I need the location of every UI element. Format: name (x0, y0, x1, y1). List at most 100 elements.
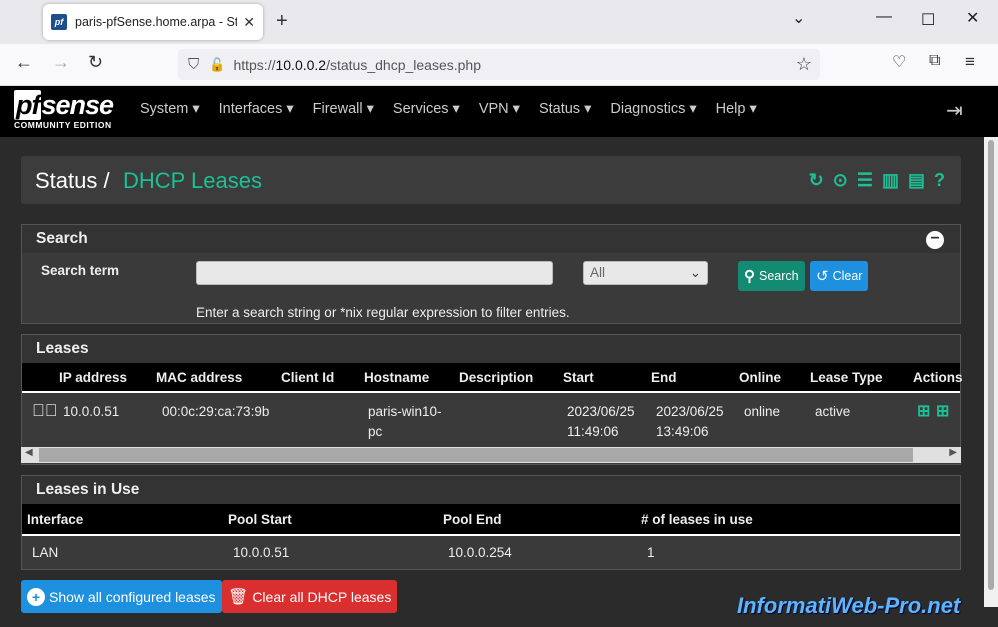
back-icon[interactable]: ← (15, 52, 33, 73)
trash-icon: 🗑 (228, 588, 249, 606)
lease-online: online (744, 404, 781, 419)
stop-service-icon[interactable]: ⊙ (833, 170, 848, 191)
inuse-pool-start: 10.0.0.51 (233, 545, 290, 560)
page-title[interactable]: DHCP Leases (123, 168, 262, 194)
col-actions: Actions (913, 370, 963, 385)
col-online[interactable]: Online (739, 370, 781, 385)
leases-panel-title: Leases (22, 335, 960, 363)
lease-type: active (815, 404, 851, 419)
search-field-select[interactable]: All ⌄ (583, 261, 708, 285)
reload-icon[interactable]: ↻ (88, 52, 103, 73)
url-text: https://10.0.0.2/status_dhcp_leases.php (233, 56, 481, 73)
add-static-mapping-icon[interactable]: ⊞ (917, 401, 930, 421)
forward-icon[interactable]: → (52, 52, 70, 73)
restart-service-icon[interactable]: ↻ (809, 170, 824, 191)
close-tab-icon[interactable]: ✕ (243, 14, 255, 31)
pfsense-logo[interactable]: pfsense COMMUNITY EDITION (14, 90, 124, 132)
lease-start-time: 11:49:06 (567, 424, 619, 439)
chevron-down-icon: ⌄ (689, 265, 701, 280)
help-icon[interactable]: ? (934, 170, 945, 191)
shield-icon[interactable]: ⛉ (188, 56, 199, 73)
col-end[interactable]: End (651, 370, 677, 385)
page-header: Status / DHCP Leases ↻ ⊙ ☰ ▥ ▤ ? (21, 156, 961, 204)
col-description[interactable]: Description (459, 370, 533, 385)
col-hostname[interactable]: Hostname (364, 370, 429, 385)
watermark: InformatiWeb-Pro.net (737, 593, 961, 618)
search-panel: Search − Search term All ⌄ ⚲ Search ↺ Clear… (21, 224, 961, 324)
leases-in-use-panel: Leases in Use Interface Pool Start Pool … (21, 475, 961, 570)
menu-help[interactable]: Help ▾ (716, 101, 757, 117)
browser-tab[interactable]: pf paris-pfSense.home.arpa - Status ✕ (43, 4, 263, 40)
new-tab-icon[interactable]: + (276, 10, 288, 33)
breadcrumb-status[interactable]: Status / (35, 168, 110, 194)
leases-in-use-title: Leases in Use (22, 476, 960, 504)
col-leases-count[interactable]: # of leases in use (641, 512, 753, 527)
horizontal-scrollbar-thumb[interactable] (39, 448, 913, 462)
extensions-icon[interactable]: ⧉ (929, 52, 940, 70)
lease-ip: 10.0.0.51 (63, 404, 120, 419)
clear-button[interactable]: ↺ Clear (810, 261, 869, 291)
pfsense-favicon-icon: pf (51, 14, 67, 30)
menu-interfaces[interactable]: Interfaces ▾ (219, 101, 294, 117)
lease-hostname-line2: pc (368, 424, 383, 439)
add-wol-mapping-icon[interactable]: ⊞ (936, 401, 949, 421)
menu-services[interactable]: Services ▾ (393, 101, 460, 117)
lease-end-time: 13:49:06 (656, 424, 709, 439)
inuse-count: 1 (647, 545, 655, 560)
lock-icon[interactable]: 🔓 (209, 57, 225, 73)
collapse-icon[interactable]: − (926, 231, 944, 249)
main-menu: System ▾ Interfaces ▾ Firewall ▾ Service… (140, 101, 757, 117)
col-start[interactable]: Start (563, 370, 594, 385)
leases-panel: Leases IP address MAC address Client Id … (21, 334, 963, 465)
col-pool-start[interactable]: Pool Start (228, 512, 292, 527)
browser-tab-bar: pf paris-pfSense.home.arpa - Status ✕ + … (0, 0, 998, 44)
col-ip[interactable]: IP address (59, 370, 127, 385)
search-panel-title: Search (22, 225, 960, 253)
pfsense-navbar: pfsense COMMUNITY EDITION System ▾ Inter… (0, 86, 998, 137)
col-client-id[interactable]: Client Id (281, 370, 334, 385)
menu-system[interactable]: System ▾ (140, 101, 200, 117)
logout-icon[interactable]: ⇥ (946, 98, 963, 123)
lease-hostname-line1: paris-win10- (368, 404, 442, 419)
menu-diagnostics[interactable]: Diagnostics ▾ (610, 101, 696, 117)
pocket-icon[interactable]: ♡ (892, 52, 906, 72)
lease-start-date: 2023/06/25 (567, 404, 635, 419)
search-term-label: Search term (41, 263, 120, 278)
online-check-icon: ✓⃝ (32, 401, 58, 420)
graph-icon[interactable]: ▥ (882, 170, 899, 191)
log-icon[interactable]: ▤ (908, 170, 925, 191)
leases-horizontal-scrollbar[interactable]: ◀ ▶ (21, 447, 961, 463)
col-pool-end[interactable]: Pool End (443, 512, 502, 527)
maximize-icon[interactable]: ☐ (921, 10, 935, 30)
plus-circle-icon: + (27, 587, 45, 606)
inuse-pool-end: 10.0.0.254 (448, 545, 512, 560)
search-input[interactable] (196, 261, 553, 285)
col-lease-type[interactable]: Lease Type (810, 370, 883, 385)
undo-icon: ↺ (816, 268, 829, 285)
scroll-right-icon[interactable]: ▶ (949, 447, 957, 458)
lease-end-date: 2023/06/25 (656, 404, 724, 419)
close-window-icon[interactable]: ✕ (966, 8, 979, 28)
show-all-leases-button[interactable]: + Show all configured leases (21, 580, 222, 613)
lease-mac: 00:0c:29:ca:73:9b (162, 404, 270, 419)
scroll-left-icon[interactable]: ◀ (25, 447, 33, 458)
leases-table-header: IP address MAC address Client Id Hostnam… (22, 363, 963, 393)
browser-nav-bar: ← → ↻ ⛉ 🔓 https://10.0.0.2/status_dhcp_l… (0, 44, 998, 86)
url-bar[interactable]: ⛉ 🔓 https://10.0.0.2/status_dhcp_leases.… (178, 49, 820, 80)
menu-vpn[interactable]: VPN ▾ (479, 101, 520, 117)
tab-title: paris-pfSense.home.arpa - Status (75, 15, 238, 29)
col-mac[interactable]: MAC address (156, 370, 242, 385)
menu-firewall[interactable]: Firewall ▾ (313, 101, 374, 117)
menu-status[interactable]: Status ▾ (539, 101, 591, 117)
settings-sliders-icon[interactable]: ☰ (857, 170, 873, 191)
page-scrollbar-thumb[interactable] (988, 140, 994, 590)
search-help-text: Enter a search string or *nix regular ex… (196, 305, 570, 320)
search-button[interactable]: ⚲ Search (738, 261, 805, 291)
app-menu-icon[interactable]: ≡ (965, 52, 975, 72)
search-icon: ⚲ (744, 268, 755, 285)
col-interface[interactable]: Interface (27, 512, 83, 527)
bookmark-star-icon[interactable]: ☆ (796, 54, 812, 75)
tab-list-chevron-icon[interactable]: ⌄ (792, 8, 805, 28)
minimize-icon[interactable]: — (876, 8, 892, 26)
clear-all-leases-button[interactable]: 🗑 Clear all DHCP leases (222, 580, 398, 613)
